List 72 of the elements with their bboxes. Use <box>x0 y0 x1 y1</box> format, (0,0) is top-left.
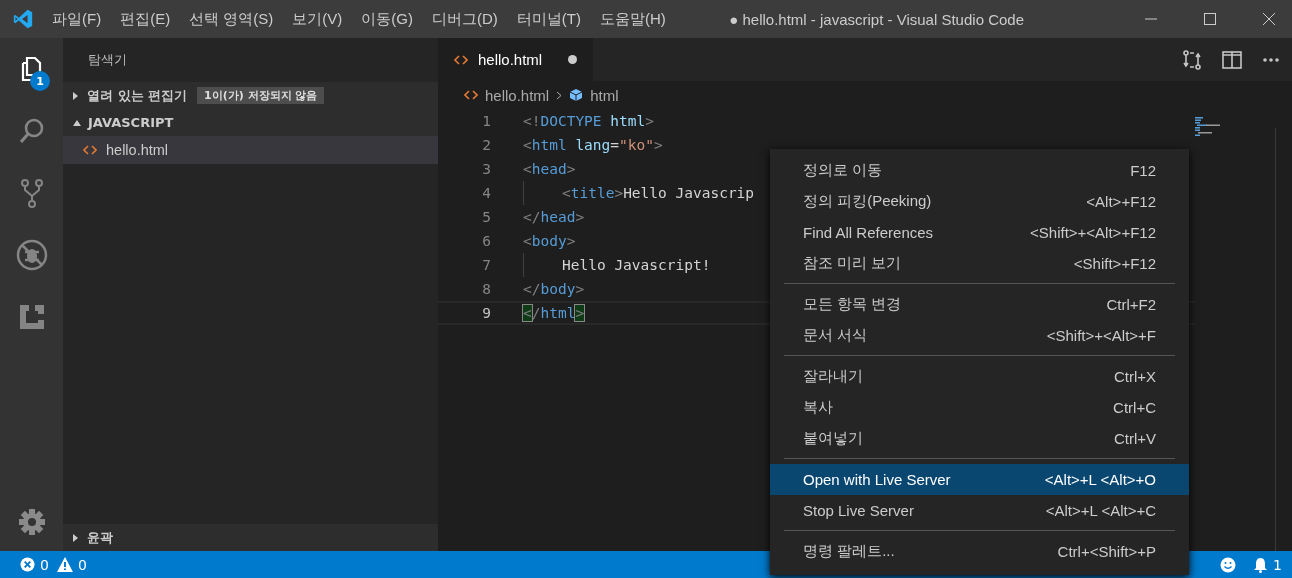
code-line: <html lang="ko"> <box>523 137 663 153</box>
menu-item[interactable]: 잘라내기 Ctrl+X <box>770 361 1189 392</box>
code-icon <box>464 90 478 100</box>
code-icon <box>454 54 468 65</box>
menu-item[interactable]: Stop Live Server <Alt>+L <Alt>+C <box>770 495 1189 526</box>
warning-count[interactable]: 0 <box>77 556 87 573</box>
menu-item[interactable]: 터미널(T) <box>516 9 581 29</box>
menu-item[interactable]: 디버그(D) <box>432 9 498 29</box>
menu-item[interactable]: 보기(V) <box>292 9 343 29</box>
menu-item[interactable]: 참조 미리 보기 <Shift>+F12 <box>770 248 1189 279</box>
file-item[interactable]: hello.html <box>63 136 438 164</box>
line-number: 1 <box>481 113 491 129</box>
more-icon[interactable] <box>1262 56 1280 63</box>
maximize-icon[interactable] <box>1203 12 1217 26</box>
menu-item[interactable]: 붙여넣기 Ctrl+V <box>770 423 1189 454</box>
section-header[interactable]: 윤곽 <box>63 524 438 551</box>
warning-icon[interactable] <box>56 557 73 572</box>
menu-item[interactable]: 명령 팔레트... Ctrl+<Shift>+P <box>770 536 1189 567</box>
line-number: 7 <box>481 257 491 273</box>
line-number: 3 <box>481 161 491 177</box>
notification-count[interactable]: 1 <box>1273 556 1282 573</box>
close-icon[interactable] <box>1262 12 1276 26</box>
code-line: </html> <box>523 305 585 321</box>
vscode-logo-icon <box>12 8 34 30</box>
error-count[interactable]: 0 <box>40 556 49 573</box>
section-header[interactable]: 열려 있는 편집기 1이(가) 저장되지 않음 <box>63 82 438 109</box>
menu-item[interactable]: 이동(G) <box>361 9 413 29</box>
section-header[interactable]: JAVASCRIPT <box>63 109 438 136</box>
breadcrumb-item[interactable]: hello.html <box>485 86 550 104</box>
code-line: Hello Javascript! <box>562 257 711 273</box>
unsaved-dot-icon <box>568 55 578 64</box>
bell-icon[interactable] <box>1253 556 1269 573</box>
window-title: ● hello.html - javascript - Visual Studio Code <box>729 10 1024 28</box>
unsaved-badge: 1이(가) 저장되지 않음 <box>197 87 325 104</box>
line-number: 8 <box>481 281 491 297</box>
settings-icon[interactable] <box>16 507 47 537</box>
line-number: 9 <box>481 305 491 321</box>
menu-item[interactable]: 복사 Ctrl+C <box>770 392 1189 423</box>
count-badge: 1 <box>30 71 50 91</box>
code-line: <title>Hello Javascrip <box>562 185 755 201</box>
code-line: <head> <box>523 161 576 177</box>
code-line: <body> <box>523 233 576 249</box>
compare-icon[interactable] <box>1182 49 1202 70</box>
code-icon <box>83 145 97 155</box>
menu-item[interactable]: 도움말(H) <box>600 9 666 29</box>
menu-item[interactable]: 정의로 이동 F12 <box>770 155 1189 186</box>
sidebar-title: 탐색기 <box>87 51 128 69</box>
split-editor-icon[interactable] <box>1222 50 1242 69</box>
line-number: 5 <box>481 209 491 225</box>
line-number: 4 <box>481 185 491 201</box>
activity-button[interactable]: 1 <box>0 38 63 100</box>
breadcrumb-item[interactable]: html <box>590 86 619 104</box>
smiley-icon[interactable] <box>1220 556 1237 573</box>
menu-item[interactable]: Open with Live Server <Alt>+L <Alt>+O <box>770 464 1189 495</box>
menu-item[interactable]: 편집(E) <box>120 9 171 29</box>
code-line: </body> <box>523 281 585 297</box>
menu-item[interactable]: 문서 서식 <Shift>+<Alt>+F <box>770 320 1189 351</box>
line-number: 6 <box>481 233 491 249</box>
code-line: </head> <box>523 209 585 225</box>
menu-item[interactable]: Find All References <Shift>+<Alt>+F12 <box>770 217 1189 248</box>
menu-item[interactable]: 파일(F) <box>52 9 102 29</box>
line-number: 2 <box>481 137 491 153</box>
chevron-right-icon <box>556 90 563 100</box>
cube-icon <box>569 88 584 102</box>
no-bug-icon <box>14 238 49 272</box>
editor-tab[interactable]: hello.html <box>438 38 594 81</box>
minimap <box>1195 117 1220 136</box>
menu-item[interactable]: 선택 영역(S) <box>189 9 274 29</box>
menu-item[interactable]: 모든 항목 변경 Ctrl+F2 <box>770 289 1189 320</box>
menu-item[interactable]: 정의 피킹(Peeking) <Alt>+F12 <box>770 186 1189 217</box>
error-icon[interactable] <box>20 557 35 572</box>
code-line: <!DOCTYPE html> <box>523 113 654 129</box>
